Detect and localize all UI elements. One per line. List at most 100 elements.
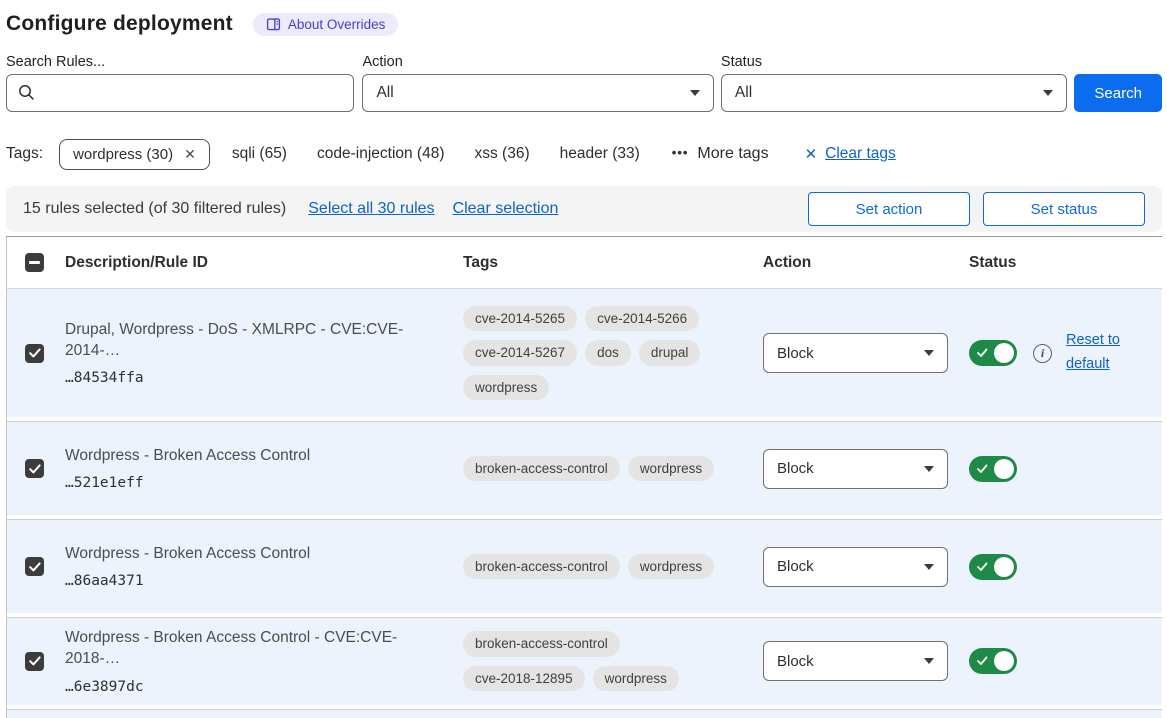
table-row: Wordpress - Broken Access Control …86aa43… [7,519,1162,613]
more-tags-button[interactable]: ••• More tags [672,145,769,163]
tag-option[interactable]: header (33) [560,145,640,163]
table-row: Wordpress - Broken Access Control - CVE:… [7,617,1162,705]
action-select-value: Block [777,653,814,670]
search-rules-input[interactable] [6,74,354,112]
clear-selection-link[interactable]: Clear selection [453,200,559,218]
tags-label: Tags: [6,145,43,163]
tag-pill: cve-2014-5266 [585,306,699,332]
action-filter-label: Action [362,54,713,70]
toggle-check-icon [977,656,988,666]
column-header-tags: Tags [463,254,763,272]
toggle-knob [994,459,1014,479]
check-icon [29,348,41,358]
status-filter-value: All [735,84,752,102]
tag-options: sqli (65) code-injection (48) xss (36) head… [232,145,640,163]
about-overrides-badge[interactable]: About Overrides [253,13,399,36]
tag-pill: wordpress [628,456,714,482]
tag-pill: cve-2014-5265 [463,306,577,332]
tags-bar: Tags: wordpress (30) ✕ sqli (65) code-inj… [6,136,1162,172]
remove-tag-icon[interactable]: ✕ [184,146,196,163]
selected-tag-chip[interactable]: wordpress (30) ✕ [59,139,210,170]
info-icon[interactable]: i [1033,344,1052,363]
toggle-check-icon [977,348,988,358]
toggle-check-icon [977,562,988,572]
caret-down-icon [924,466,934,472]
action-select-value: Block [777,558,814,575]
tag-option[interactable]: xss (36) [475,145,530,163]
caret-down-icon [924,564,934,570]
row-checkbox[interactable] [25,652,44,671]
rule-id: …86aa4371 [65,573,437,589]
configure-deployment-page: Configure deployment About Overrides Sea… [0,0,1167,718]
action-select-value: Block [777,460,814,477]
tag-pill: cve-2014-5267 [463,340,577,366]
rule-id: …521e1eff [65,475,437,491]
reset-to-default-link[interactable]: Reset to default [1066,329,1130,377]
table-row: Drupal, Wordpress - DoS - XMLRPC - CVE:C… [7,289,1162,417]
status-filter-label: Status [721,54,1067,70]
clear-tags-button[interactable]: ✕ Clear tags [805,145,896,163]
tag-option[interactable]: code-injection (48) [317,145,445,163]
action-select[interactable]: Block [763,333,948,373]
caret-down-icon [1043,90,1053,96]
search-button[interactable]: Search [1074,74,1162,112]
selection-bar: 15 rules selected (of 30 filtered rules)… [6,186,1162,232]
caret-down-icon [690,90,700,96]
tag-pill: wordpress [463,375,549,401]
status-toggle[interactable] [969,554,1017,580]
check-icon [29,656,41,666]
status-toggle[interactable] [969,648,1017,674]
caret-down-icon [924,658,934,664]
action-select-value: Block [777,345,814,362]
rule-description: Wordpress - Broken Access Control - CVE:… [65,628,437,670]
select-all-link[interactable]: Select all 30 rules [308,200,434,218]
caret-down-icon [924,350,934,356]
select-all-checkbox[interactable] [25,253,44,272]
selection-summary: 15 rules selected (of 30 filtered rules) [23,200,286,218]
row-checkbox[interactable] [25,344,44,363]
rule-id: …6e3897dc [65,679,437,695]
tag-pill: broken-access-control [463,554,620,580]
row-checkbox[interactable] [25,459,44,478]
set-status-button[interactable]: Set status [983,192,1145,226]
clear-tags-label: Clear tags [825,145,896,163]
action-filter-select[interactable]: All [362,74,713,112]
page-header: Configure deployment About Overrides [6,12,1162,36]
toggle-knob [994,343,1014,363]
clear-icon: ✕ [805,145,818,163]
book-icon [266,17,281,32]
tag-pill: broken-access-control [463,631,620,657]
rule-description: Wordpress - Broken Access Control [65,446,437,467]
row-checkbox[interactable] [25,557,44,576]
tag-pill: cve-2018-12895 [463,666,585,692]
column-header-action: Action [763,254,949,272]
rule-description: Wordpress - Broken Access Control [65,544,437,565]
filters-bar: Search Rules... Action All Status [6,54,1162,112]
toggle-knob [994,557,1014,577]
table-row [7,709,1162,718]
table-body: Drupal, Wordpress - DoS - XMLRPC - CVE:C… [7,289,1162,718]
tag-pill: drupal [639,340,701,366]
action-select[interactable]: Block [763,449,948,489]
column-header-description: Description/Rule ID [63,254,463,272]
tag-pill: broken-access-control [463,456,620,482]
action-filter-value: All [376,84,393,102]
rules-table: Description/Rule ID Tags Action Status D… [6,236,1162,718]
minus-icon [29,261,40,264]
ellipsis-icon: ••• [672,145,689,160]
tag-pill: dos [585,340,631,366]
check-icon [29,562,41,572]
set-action-button[interactable]: Set action [808,192,970,226]
action-select[interactable]: Block [763,641,948,681]
status-toggle[interactable] [969,456,1017,482]
status-filter-select[interactable]: All [721,74,1067,112]
selected-tag-label: wordpress (30) [73,146,173,163]
tag-pill: wordpress [628,554,714,580]
status-toggle[interactable] [969,340,1017,366]
search-rules-label: Search Rules... [6,54,354,70]
rule-description: Drupal, Wordpress - DoS - XMLRPC - CVE:C… [65,320,437,362]
action-select[interactable]: Block [763,547,948,587]
toggle-check-icon [977,464,988,474]
tag-option[interactable]: sqli (65) [232,145,287,163]
about-overrides-label: About Overrides [288,17,386,32]
